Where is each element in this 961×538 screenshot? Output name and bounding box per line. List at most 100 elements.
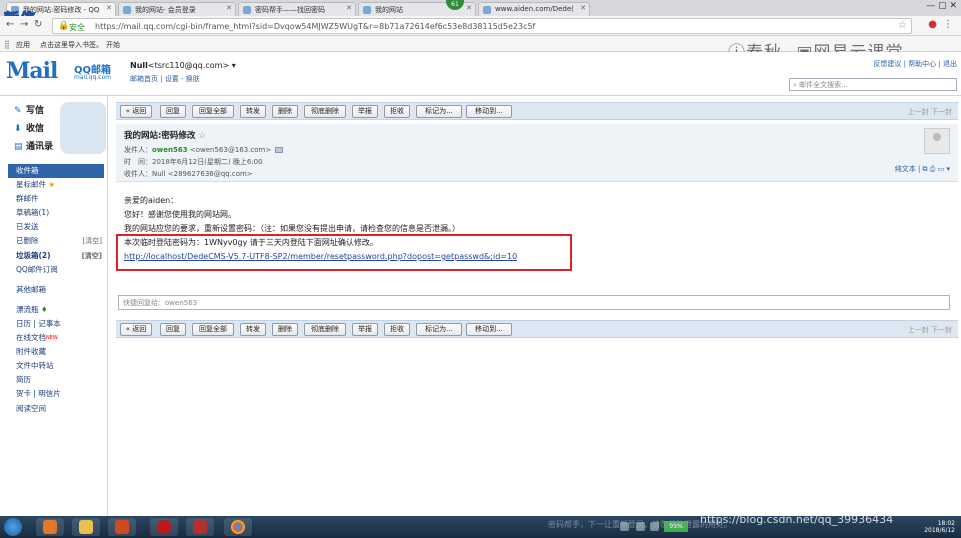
sidebar-item-sent[interactable]: 已发送 — [8, 220, 104, 234]
compose-button[interactable]: ✎ 写信 — [14, 103, 44, 116]
back-button[interactable]: « 返回 — [120, 323, 152, 336]
sidebar-item-drafts[interactable]: 草稿箱(1) — [8, 206, 104, 220]
sidebar-item-other-mailbox[interactable]: 其他邮箱 — [8, 283, 104, 297]
apps-grid-icon[interactable]: ⣿ — [4, 40, 10, 49]
extension-icon[interactable]: ● — [928, 19, 937, 30]
block-button[interactable]: 拒收 — [384, 323, 410, 336]
system-clock[interactable]: 18:02 2018/6/12 — [924, 520, 955, 534]
mail-home-link[interactable]: 邮箱首页 — [130, 75, 158, 83]
print-icon[interactable]: ⎙ — [930, 165, 936, 173]
sidebar-item-group[interactable]: 群邮件 — [8, 192, 104, 206]
forward-button[interactable]: 转发 — [240, 323, 266, 336]
delete-button[interactable]: 删除 — [272, 323, 298, 336]
help-link[interactable]: 帮助中心 — [908, 60, 936, 68]
forward-button[interactable]: 转发 — [240, 105, 266, 118]
sidebar-item-drift-bottle[interactable]: 漂流瓶 ♦ — [8, 303, 104, 317]
reply-button[interactable]: 回复 — [160, 105, 186, 118]
dropdown-icon[interactable]: ▾ — [229, 61, 236, 70]
inbox-button[interactable]: ⬇ 收信 — [14, 121, 44, 134]
reply-button[interactable]: 回复 — [160, 323, 186, 336]
mark-as-dropdown[interactable]: 标记为... — [416, 323, 462, 336]
close-tab-icon[interactable]: ✕ — [466, 4, 472, 12]
settings-link[interactable]: 设置 — [165, 75, 179, 83]
forward-icon[interactable]: → — [20, 19, 28, 30]
apps-link[interactable]: 应用 — [16, 40, 30, 50]
import-bookmarks-hint[interactable]: 点击这里导入书签。 — [40, 40, 103, 50]
reply-all-button[interactable]: 回复全部 — [192, 323, 234, 336]
favorite-star-icon[interactable]: ☆ — [198, 131, 206, 141]
sidebar-item-attachments[interactable]: 附件收藏 — [8, 345, 104, 359]
delete-button[interactable]: 删除 — [272, 105, 298, 118]
url-text[interactable]: https://mail.qq.com/cgi-bin/frame_html?s… — [95, 22, 535, 31]
move-to-dropdown[interactable]: 移动到... — [466, 105, 512, 118]
taskbar-record-icon[interactable] — [150, 518, 178, 536]
empty-spam-link[interactable]: [清空] — [82, 249, 102, 263]
url-bar[interactable]: 🔒 安全 https://mail.qq.com/cgi-bin/frame_h… — [52, 18, 912, 34]
vcard-icon[interactable] — [275, 147, 284, 153]
permanent-delete-button[interactable]: 彻底删除 — [304, 105, 346, 118]
close-tab-icon[interactable]: ✕ — [226, 4, 232, 12]
mail-search-input[interactable]: ⌕ 邮件全文搜索... — [789, 78, 957, 91]
sidebar-item-resume[interactable]: 简历 — [8, 373, 104, 387]
logout-link[interactable]: 退出 — [943, 60, 957, 68]
move-to-dropdown[interactable]: 移动到... — [466, 323, 512, 336]
sidebar-item-inbox[interactable]: 收件箱 — [8, 164, 104, 179]
sidebar-item-deleted[interactable]: 已删除 [清空] — [8, 234, 104, 248]
inbox-label: 收信 — [26, 124, 45, 134]
mail-toolbar-top: « 返回 回复 回复全部 转发 删除 彻底删除 举报 拒收 标记为... 移动到… — [116, 102, 958, 120]
sidebar-item-calendar[interactable]: 日历 | 记事本 — [8, 317, 104, 331]
browser-tab-5[interactable]: www.aiden.com/Dede( ✕ — [478, 2, 590, 16]
block-button[interactable]: 拒收 — [384, 105, 410, 118]
next-mail-link[interactable]: 下一封 — [931, 326, 952, 334]
mark-as-dropdown[interactable]: 标记为... — [416, 105, 462, 118]
taskbar-app-icon[interactable] — [186, 518, 214, 536]
mail-logo[interactable]: Mail — [6, 58, 58, 84]
report-button[interactable]: 举报 — [352, 323, 378, 336]
taskbar-ppt-icon[interactable] — [108, 518, 136, 536]
reload-icon[interactable]: ↻ — [34, 19, 42, 30]
close-tab-icon[interactable]: ✕ — [346, 4, 352, 12]
report-button[interactable]: 举报 — [352, 105, 378, 118]
prev-mail-link[interactable]: 上一封 — [908, 326, 929, 334]
sidebar-item-file-transfer[interactable]: 文件中转站 — [8, 359, 104, 373]
back-icon[interactable]: ← — [6, 19, 14, 30]
permanent-delete-button[interactable]: 彻底删除 — [304, 323, 346, 336]
back-button[interactable]: « 返回 — [120, 105, 152, 118]
rollup-icon[interactable]: ▭ — [938, 165, 945, 173]
taskbar-media-icon[interactable] — [36, 518, 64, 536]
sidebar-item-online-docs[interactable]: 在线文档NEW — [8, 331, 104, 345]
contacts-button[interactable]: ▤ 通讯录 — [14, 139, 53, 152]
new-window-icon[interactable]: ⧉ — [923, 165, 928, 173]
reply-all-button[interactable]: 回复全部 — [192, 105, 234, 118]
sidebar-item-cards[interactable]: 贺卡 | 明信片 — [8, 387, 104, 401]
sidebar-item-spam[interactable]: 垃圾箱(2) [清空] — [8, 249, 104, 263]
close-tab-icon[interactable]: ✕ — [106, 4, 112, 12]
browser-menu-icon[interactable]: ⋮ — [943, 19, 953, 30]
top-links: 反馈建议 | 帮助中心 | 退出 — [873, 60, 957, 68]
tool-label: 日历 | 记事本 — [16, 318, 61, 328]
csdn-watermark: https://blog.csdn.net/qq_39936434 — [700, 513, 894, 526]
sidebar-item-reading[interactable]: 阅读空间 — [8, 402, 104, 416]
close-tab-icon[interactable]: ✕ — [580, 4, 586, 12]
feedback-link[interactable]: 反馈建议 — [873, 60, 901, 68]
taskbar-folder-icon[interactable] — [72, 518, 100, 536]
browser-tab-2[interactable]: 我的网站- 会员登录 ✕ — [118, 2, 236, 16]
start-link[interactable]: 开始 — [106, 40, 120, 50]
quick-reply-input[interactable]: 快捷回复给：owen563 — [118, 295, 950, 310]
taskbar-chrome-icon[interactable] — [224, 518, 252, 536]
page-favicon-icon — [363, 6, 371, 14]
prev-mail-link[interactable]: 上一封 — [908, 108, 929, 116]
empty-trash-link[interactable]: [清空] — [83, 234, 102, 248]
window-controls[interactable]: — ▢ ✕ — [926, 1, 957, 11]
more-icon[interactable]: ▾ — [946, 165, 950, 173]
bookmark-star-icon[interactable]: ☆ — [898, 20, 907, 31]
time-value: 2018年6月12日(星期二) 晚上6:00 — [152, 158, 263, 166]
sidebar-item-subscriptions[interactable]: QQ邮件订阅 — [8, 263, 104, 277]
sender-name[interactable]: owen563 — [152, 146, 188, 154]
next-mail-link[interactable]: 下一封 — [931, 108, 952, 116]
start-button-icon[interactable] — [4, 518, 22, 536]
browser-tab-3[interactable]: 密码帮手——找回密码 ✕ — [238, 2, 356, 16]
skin-link[interactable]: 换肤 — [186, 75, 200, 83]
sidebar-item-starred[interactable]: 星标邮件 ★ — [8, 178, 104, 192]
plain-text-link[interactable]: 纯文本 — [895, 165, 916, 173]
